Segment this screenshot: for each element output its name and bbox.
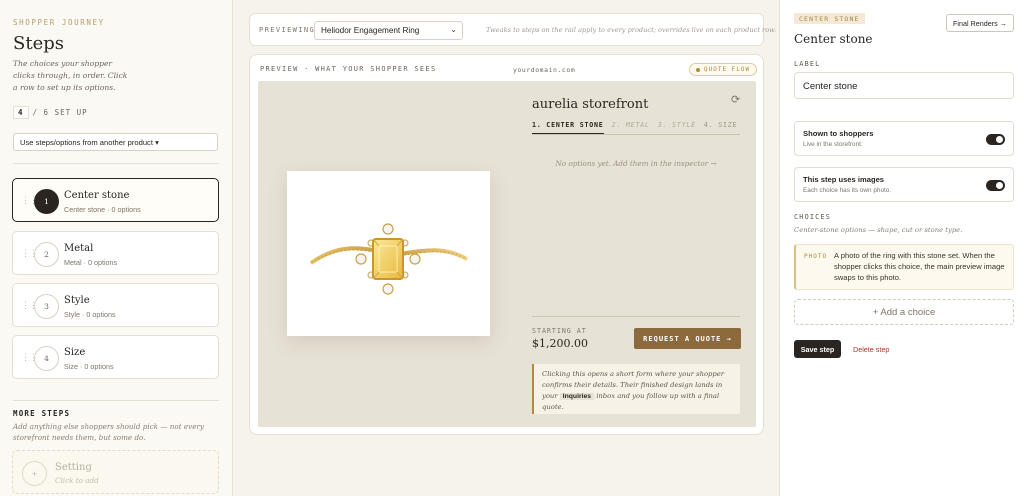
sidebar-description: The choices your shopper clicks through,…	[13, 59, 128, 92]
choices-heading: CHOICES	[794, 213, 832, 221]
tab-size[interactable]: 4. SIZE	[704, 121, 737, 134]
step-row-size[interactable]: ⋮⋮ 4 Size Size · 0 options	[12, 335, 219, 379]
divider	[13, 400, 219, 401]
choices-description: Center-stone options — shape, cut or sto…	[794, 226, 963, 234]
step-meta: Metal · 0 options	[64, 258, 118, 267]
label-heading: LABEL	[794, 60, 821, 68]
step-number: 1	[34, 189, 59, 214]
toggle-subtitle: Live in the storefront.	[803, 141, 863, 148]
photo-text: A photo of the ring with this stone set.…	[834, 251, 1005, 282]
quote-flow-badge: QUOTE FLOW	[689, 63, 758, 76]
product-select-value: Heliodor Engagement Ring	[321, 26, 420, 35]
step-name: Size	[64, 347, 86, 358]
more-steps-description: Add anything else shoppers should pick —…	[13, 422, 204, 442]
sidebar-title: Steps	[13, 33, 64, 54]
divider	[532, 316, 740, 317]
uses-images-toggle[interactable]	[986, 180, 1005, 191]
tab-style[interactable]: 3. STYLE	[658, 121, 696, 134]
save-step-button[interactable]: Save step	[794, 340, 841, 358]
product-select[interactable]: Heliodor Engagement Ring ⌄	[314, 21, 463, 40]
step-meta: Size · 0 options	[64, 362, 114, 371]
tab-center-stone[interactable]: 1. CENTER STONE	[532, 121, 604, 134]
copy-steps-select[interactable]: Use steps/options from another product ▾	[13, 133, 218, 151]
step-row-metal[interactable]: ⋮⋮ 2 Metal Metal · 0 options	[12, 231, 219, 275]
final-renders-button[interactable]: Final Renders →	[946, 14, 1014, 32]
inspector-title: Center stone	[794, 32, 873, 46]
add-choice-button[interactable]: + Add a choice	[794, 299, 1014, 325]
status-dot-icon	[696, 67, 700, 72]
step-row-center-stone[interactable]: ⋮⋮ 1 Center stone Center stone · 0 optio…	[12, 178, 219, 222]
setup-count: 4	[13, 106, 29, 119]
inquiries-chip: Inquiries	[559, 393, 595, 400]
store-name: aurelia storefront	[532, 97, 649, 112]
chevron-down-icon: ⌄	[450, 25, 457, 34]
empty-options-message: No options yet. Add them in the inspecto…	[555, 159, 717, 168]
plus-icon: +	[22, 461, 47, 486]
setup-total: / 6 SET UP	[32, 108, 88, 117]
refresh-icon[interactable]: ⟳	[731, 93, 740, 106]
photo-key: PHOTO	[804, 253, 828, 260]
canvas-label: PREVIEW · WHAT YOUR SHOPPER SEES	[260, 65, 437, 73]
step-number: 4	[34, 346, 59, 371]
toggle-title: Shown to shoppers	[803, 129, 874, 138]
step-meta: Center stone · 0 options	[64, 205, 141, 214]
storefront-step-tabs: 1. CENTER STONE 2. METAL 3. STYLE 4. SIZ…	[532, 121, 740, 135]
step-name: Center stone	[64, 190, 130, 201]
preview-canvas: PREVIEW · WHAT YOUR SHOPPER SEES yourdom…	[249, 54, 764, 435]
quote-flow-label: QUOTE FLOW	[704, 66, 751, 73]
request-quote-button[interactable]: REQUEST A QUOTE →	[634, 328, 741, 349]
storefront-preview: aurelia storefront ⟳ 1. CENTER STONE 2. …	[258, 81, 756, 427]
sidebar-eyebrow: SHOPPER JOURNEY	[13, 18, 105, 27]
step-number: 3	[34, 294, 59, 319]
add-step-setting[interactable]: + Setting Click to add	[12, 450, 219, 494]
shown-to-shoppers-toggle[interactable]	[986, 134, 1005, 145]
tab-metal[interactable]: 2. METAL	[612, 121, 650, 134]
setup-progress: 4 / 6 SET UP	[13, 105, 88, 120]
step-label-input[interactable]: Center stone	[794, 72, 1014, 99]
starting-at-label: STARTING AT	[532, 327, 587, 335]
divider	[13, 163, 219, 164]
preview-toolbar: PREVIEWING Heliodor Engagement Ring ⌄ Tw…	[249, 13, 776, 46]
step-number: 2	[34, 242, 59, 267]
product-photo	[287, 171, 490, 336]
shown-to-shoppers-setting: Shown to shoppers Live in the storefront…	[794, 121, 1014, 156]
previewing-label: PREVIEWING	[259, 26, 316, 34]
photo-info-note: PHOTO A photo of the ring with this ston…	[794, 244, 1014, 290]
optional-step-hint: Click to add	[55, 476, 99, 485]
step-tag: CENTER STONE	[794, 13, 865, 24]
step-name: Style	[64, 295, 90, 306]
steps-sidebar: SHOPPER JOURNEY Steps The choices your s…	[0, 0, 233, 496]
quote-flow-note: Clicking this opens a short form where y…	[532, 364, 740, 414]
price: $1,200.00	[532, 337, 588, 350]
more-steps-heading: MORE STEPS	[13, 409, 71, 418]
step-inspector: CENTER STONE Final Renders → Center ston…	[779, 0, 1024, 496]
preview-hint: Tweaks to steps on the rail apply to eve…	[486, 26, 777, 34]
step-meta: Style · 0 options	[64, 310, 116, 319]
uses-images-setting: This step uses images Each choice has it…	[794, 167, 1014, 202]
ring-image-icon	[309, 223, 468, 295]
optional-step-name: Setting	[55, 462, 92, 473]
delete-step-button[interactable]: Delete step	[853, 345, 889, 354]
toggle-subtitle: Each choice has its own photo.	[803, 187, 892, 194]
step-row-style[interactable]: ⋮⋮ 3 Style Style · 0 options	[12, 283, 219, 327]
step-name: Metal	[64, 243, 94, 254]
toggle-title: This step uses images	[803, 175, 885, 184]
store-domain: yourdomain.com	[513, 66, 576, 74]
